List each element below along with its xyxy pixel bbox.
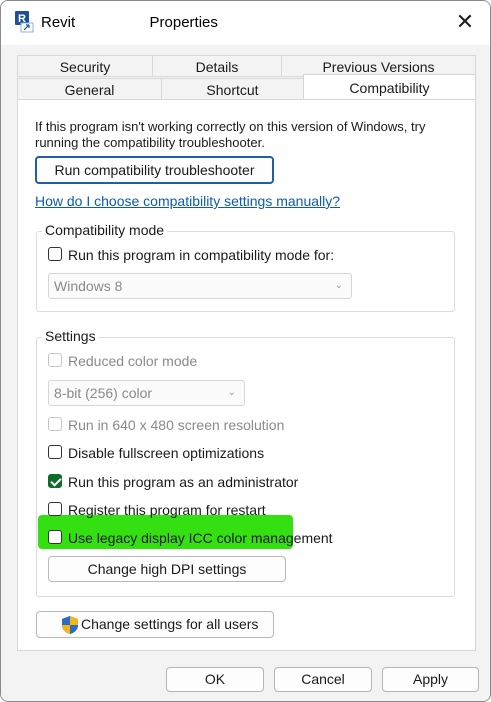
res-640-checkbox: [48, 417, 62, 431]
change-all-users-label: Change settings for all users: [81, 616, 259, 632]
cancel-button[interactable]: Cancel: [274, 667, 372, 692]
title-suffix: Properties: [149, 14, 218, 31]
revit-app-icon: R: [15, 11, 34, 33]
os-version-value: Windows 8: [54, 278, 123, 294]
ok-button[interactable]: OK: [166, 667, 264, 692]
close-button[interactable]: ✕: [454, 11, 476, 33]
run-as-admin-label: Run this program as an administrator: [68, 474, 299, 490]
legacy-icc-checkbox[interactable]: [48, 530, 62, 544]
tab-general[interactable]: General: [17, 78, 162, 100]
chevron-down-icon: ⌄: [227, 387, 236, 398]
compatibility-mode-title: Compatibility mode: [42, 222, 168, 238]
properties-dialog: R Revit Properties ✕ Security Details Pr…: [0, 0, 491, 702]
run-troubleshooter-button[interactable]: Run compatibility troubleshooter: [35, 156, 274, 184]
change-all-users-button[interactable]: Change settings for all users: [36, 611, 274, 638]
register-restart-checkbox[interactable]: [48, 502, 62, 516]
compatibility-panel: If this program isn't working correctly …: [17, 99, 476, 651]
settings-title: Settings: [42, 328, 99, 344]
intro-text: If this program isn't working correctly …: [35, 119, 426, 150]
compatibility-mode-group: Compatibility mode Run this program in c…: [36, 222, 455, 312]
uac-shield-icon: [62, 616, 78, 634]
tab-security[interactable]: Security: [17, 55, 153, 77]
title-redacted-region: [79, 15, 146, 32]
window-title: Revit Properties: [41, 14, 218, 32]
tab-details[interactable]: Details: [152, 55, 282, 77]
chevron-down-icon: ⌄: [334, 280, 343, 291]
title-prefix: Revit: [41, 14, 76, 31]
color-depth-select: 8-bit (256) color ⌄: [48, 380, 245, 406]
tab-shortcut[interactable]: Shortcut: [161, 78, 304, 100]
apply-button[interactable]: Apply: [382, 667, 479, 692]
tab-compatibility[interactable]: Compatibility: [303, 74, 476, 100]
run-as-admin-checkbox[interactable]: [48, 474, 62, 488]
change-dpi-button[interactable]: Change high DPI settings: [48, 556, 286, 582]
compat-mode-label: Run this program in compatibility mode f…: [68, 247, 335, 263]
res-640-label: Run in 640 x 480 screen resolution: [68, 417, 285, 433]
help-link[interactable]: How do I choose compatibility settings m…: [35, 193, 340, 209]
compat-mode-checkbox[interactable]: [48, 247, 62, 261]
disable-fullscreen-label: Disable fullscreen optimizations: [68, 445, 265, 461]
disable-fullscreen-checkbox[interactable]: [48, 445, 62, 459]
legacy-icc-label: Use legacy display ICC color management: [68, 530, 333, 546]
register-restart-label: Register this program for restart: [68, 502, 266, 518]
title-bar: R Revit Properties ✕: [1, 1, 490, 45]
color-depth-value: 8-bit (256) color: [54, 385, 153, 401]
reduced-color-checkbox: [48, 353, 62, 367]
os-version-select[interactable]: Windows 8 ⌄: [48, 273, 352, 299]
reduced-color-label: Reduced color mode: [68, 353, 198, 369]
